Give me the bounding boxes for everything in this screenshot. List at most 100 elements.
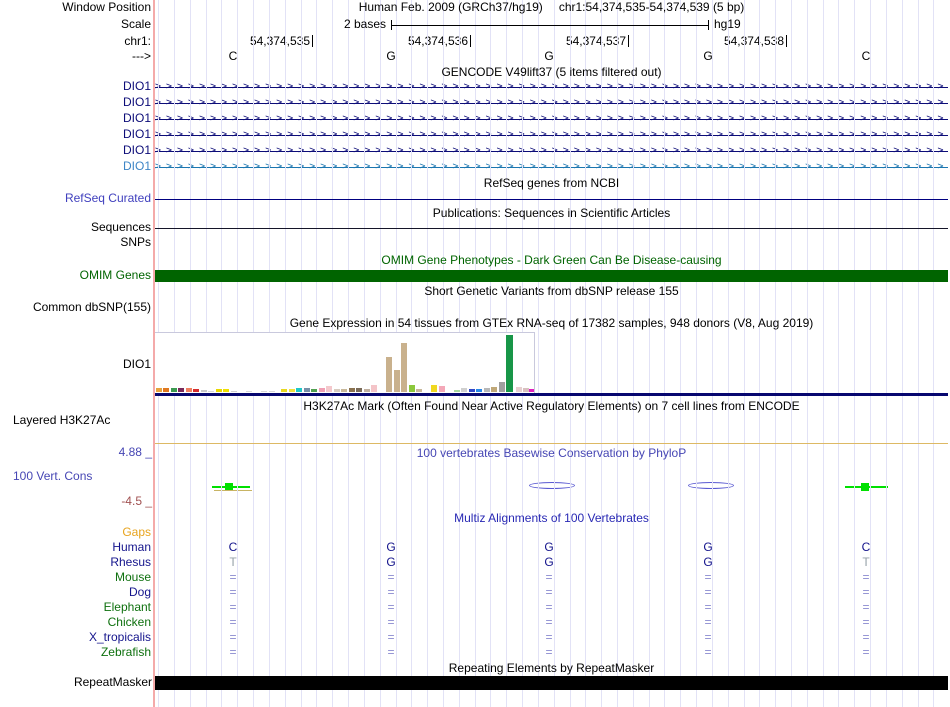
cons-peak-line[interactable] [845,486,888,488]
gtex-expression-bar[interactable] [304,388,310,392]
gtex-expression-bar[interactable] [506,335,513,392]
gtex-expression-bar[interactable] [469,389,475,392]
gtex-expression-bar[interactable] [476,389,482,392]
gtex-expression-bar[interactable] [223,389,229,392]
gtex-expression-bar[interactable] [394,370,400,392]
gencode-transcript-line[interactable] [155,119,948,120]
gtex-expression-bar[interactable] [171,388,177,392]
gtex-expression-bar[interactable] [178,388,184,392]
sequences-track-line[interactable] [155,228,948,229]
gtex-gene-model-line[interactable] [155,393,948,396]
gtex-expression-bar[interactable] [296,388,302,392]
cons-track-label[interactable]: 100 Vert. Cons [13,470,92,483]
gtex-expression-bar[interactable] [401,343,407,392]
gtex-expression-bar[interactable] [193,389,199,392]
refseq-curated-track-line[interactable] [155,199,948,200]
gtex-expression-bar[interactable] [208,391,214,392]
gencode-row-label[interactable]: DIO1 [0,128,151,141]
gtex-expression-bar[interactable] [431,385,437,392]
multiz-species-label-chicken[interactable]: Chicken [0,616,151,629]
gtex-expression-bar[interactable] [156,388,162,392]
gtex-expression-bar[interactable] [334,389,340,392]
gtex-expression-bar[interactable] [499,382,505,392]
gtex-expression-bar[interactable] [364,389,370,392]
gtex-expression-bar[interactable] [349,388,355,392]
gtex-expression-bar[interactable] [386,357,392,392]
gencode-transcript-line[interactable] [155,103,948,104]
gtex-expression-bar[interactable] [319,388,325,392]
gtex-expression-bar[interactable] [216,389,222,392]
cons-max-label: 4.88 _ [118,445,152,459]
gencode-transcript-line[interactable] [155,167,948,168]
repeatmasker-label[interactable]: RepeatMasker [0,676,152,689]
h3k27ac-baseline[interactable] [155,443,948,444]
omim-genes-label[interactable]: OMIM Genes [0,269,151,282]
gtex-track-title[interactable]: Gene Expression in 54 tissues from GTEx … [155,317,948,330]
common-dbsnp-label[interactable]: Common dbSNP(155) [0,301,151,314]
multiz-species-label-gaps[interactable]: Gaps [0,526,151,539]
snps-label[interactable]: SNPs [0,236,151,249]
refseq-curated-label[interactable]: RefSeq Curated [0,192,151,205]
gencode-transcript-line[interactable] [155,151,948,152]
multiz-match-symbol: = [545,645,553,659]
multiz-track-title[interactable]: Multiz Alignments of 100 Vertebrates [155,512,948,525]
h3k27ac-track-title[interactable]: H3K27Ac Mark (Often Found Near Active Re… [155,400,948,413]
dbsnp-track-title[interactable]: Short Genetic Variants from dbSNP releas… [155,285,948,298]
gtex-expression-bar[interactable] [439,386,445,392]
gtex-expression-bar[interactable] [201,390,207,392]
multiz-species-label-x_tropicalis[interactable]: X_tropicalis [0,631,151,644]
repeatmasker-bar[interactable] [155,676,948,690]
gtex-expression-bar[interactable] [246,391,252,392]
publications-track-title[interactable]: Publications: Sequences in Scientific Ar… [155,207,948,220]
cons-peak-line[interactable] [212,486,250,488]
gtex-expression-bar[interactable] [516,387,522,392]
gencode-row-label[interactable]: DIO1 [0,96,151,109]
gencode-transcript-line[interactable] [155,135,948,136]
gtex-expression-bar[interactable] [491,387,497,392]
gtex-expression-bar[interactable] [454,390,460,392]
gtex-expression-bar[interactable] [523,388,529,392]
cons-track-title[interactable]: 100 vertebrates Basewise Conservation by… [155,447,948,460]
gtex-expression-bar[interactable] [231,391,237,392]
gtex-expression-bar[interactable] [416,389,422,392]
sequences-label[interactable]: Sequences [0,221,151,234]
gencode-row-label[interactable]: DIO1 [0,80,151,93]
gtex-expression-bar[interactable] [261,391,267,392]
gencode-transcript-line[interactable] [155,87,948,88]
gtex-expression-bar[interactable] [311,389,317,392]
gtex-expression-bar[interactable] [281,389,287,392]
multiz-species-label-zebrafish[interactable]: Zebrafish [0,646,151,659]
gtex-expression-bar[interactable] [326,386,332,392]
gencode-row-label[interactable]: DIO1 [0,112,151,125]
layered-h3k27ac-label[interactable]: Layered H3K27Ac [13,414,110,427]
gencode-row-label[interactable]: DIO1 [0,160,151,173]
gtex-expression-bar[interactable] [461,388,467,392]
cons-lens-glyph[interactable] [529,482,575,489]
gencode-track-title[interactable]: GENCODE V49lift37 (5 items filtered out) [155,66,948,79]
multiz-species-label-elephant[interactable]: Elephant [0,601,151,614]
gtex-chart-box[interactable] [155,332,535,393]
gtex-expression-bar[interactable] [186,388,192,392]
gencode-row-label[interactable]: DIO1 [0,144,151,157]
multiz-species-label-human[interactable]: Human [0,541,151,554]
gtex-expression-bar[interactable] [484,388,490,392]
repeatmasker-track-title[interactable]: Repeating Elements by RepeatMasker [155,662,948,675]
gtex-expression-bar[interactable] [529,389,534,392]
gtex-expression-bar[interactable] [371,385,377,392]
ruler-tick [786,35,787,47]
gtex-expression-bar[interactable] [341,389,347,392]
gtex-expression-bar[interactable] [163,388,169,392]
multiz-species-label-rhesus[interactable]: Rhesus [0,556,151,569]
multiz-species-label-mouse[interactable]: Mouse [0,571,151,584]
gtex-expression-bar[interactable] [409,385,415,392]
multiz-species-label-dog[interactable]: Dog [0,586,151,599]
gridline [854,0,856,707]
gtex-expression-bar[interactable] [289,389,295,392]
refseq-track-title[interactable]: RefSeq genes from NCBI [155,177,948,190]
gtex-gene-label[interactable]: DIO1 [0,358,151,371]
ruler-tick-label: 54,374,535 [249,34,310,48]
omim-track-title[interactable]: OMIM Gene Phenotypes - Dark Green Can Be… [155,254,948,267]
omim-genes-bar[interactable] [155,270,948,282]
gtex-expression-bar[interactable] [269,391,275,392]
gtex-expression-bar[interactable] [356,388,362,392]
